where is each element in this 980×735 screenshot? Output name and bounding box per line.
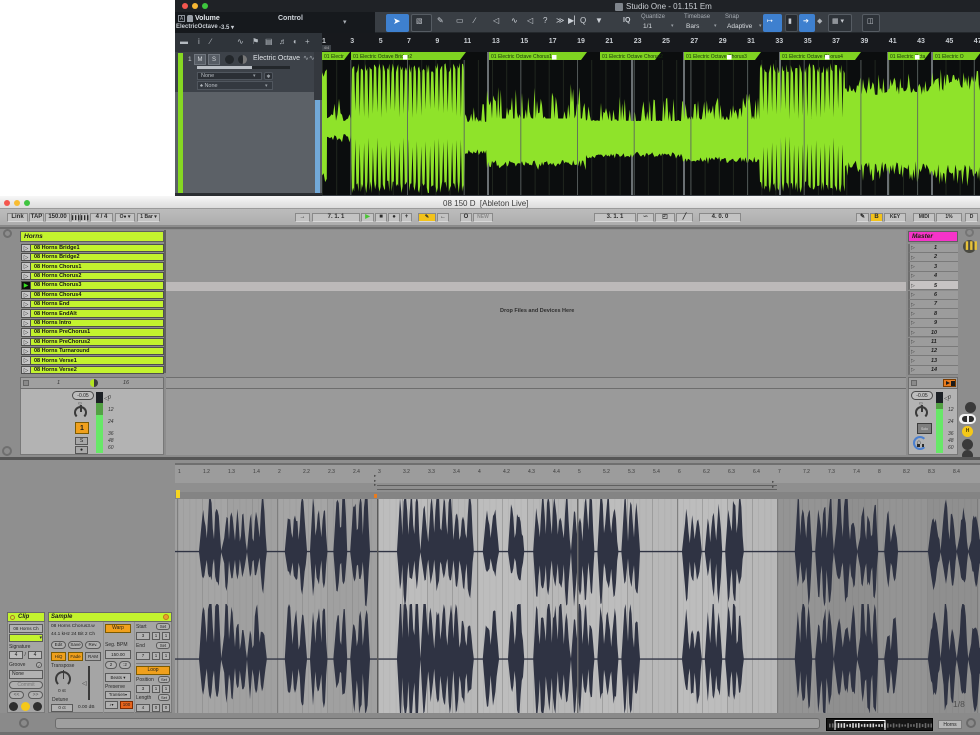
svg-text:01 Electr: 01 Electr bbox=[324, 54, 344, 60]
svg-text:01 Electric Octave Chorus2: 01 Electric Octave Chorus2 bbox=[602, 54, 663, 60]
svg-text:01 Electric Octave Chorus4: 01 Electric Octave Chorus4 bbox=[782, 54, 843, 60]
svg-text:01 Electric O: 01 Electric O bbox=[935, 54, 964, 60]
svg-text:01 Electric Octave Chorus1: 01 Electric Octave Chorus1 bbox=[491, 54, 552, 60]
svg-text:01 Electric Octave Chorus3: 01 Electric Octave Chorus3 bbox=[686, 54, 747, 60]
svg-text:01 Electric Octa: 01 Electric Octa bbox=[890, 54, 926, 60]
